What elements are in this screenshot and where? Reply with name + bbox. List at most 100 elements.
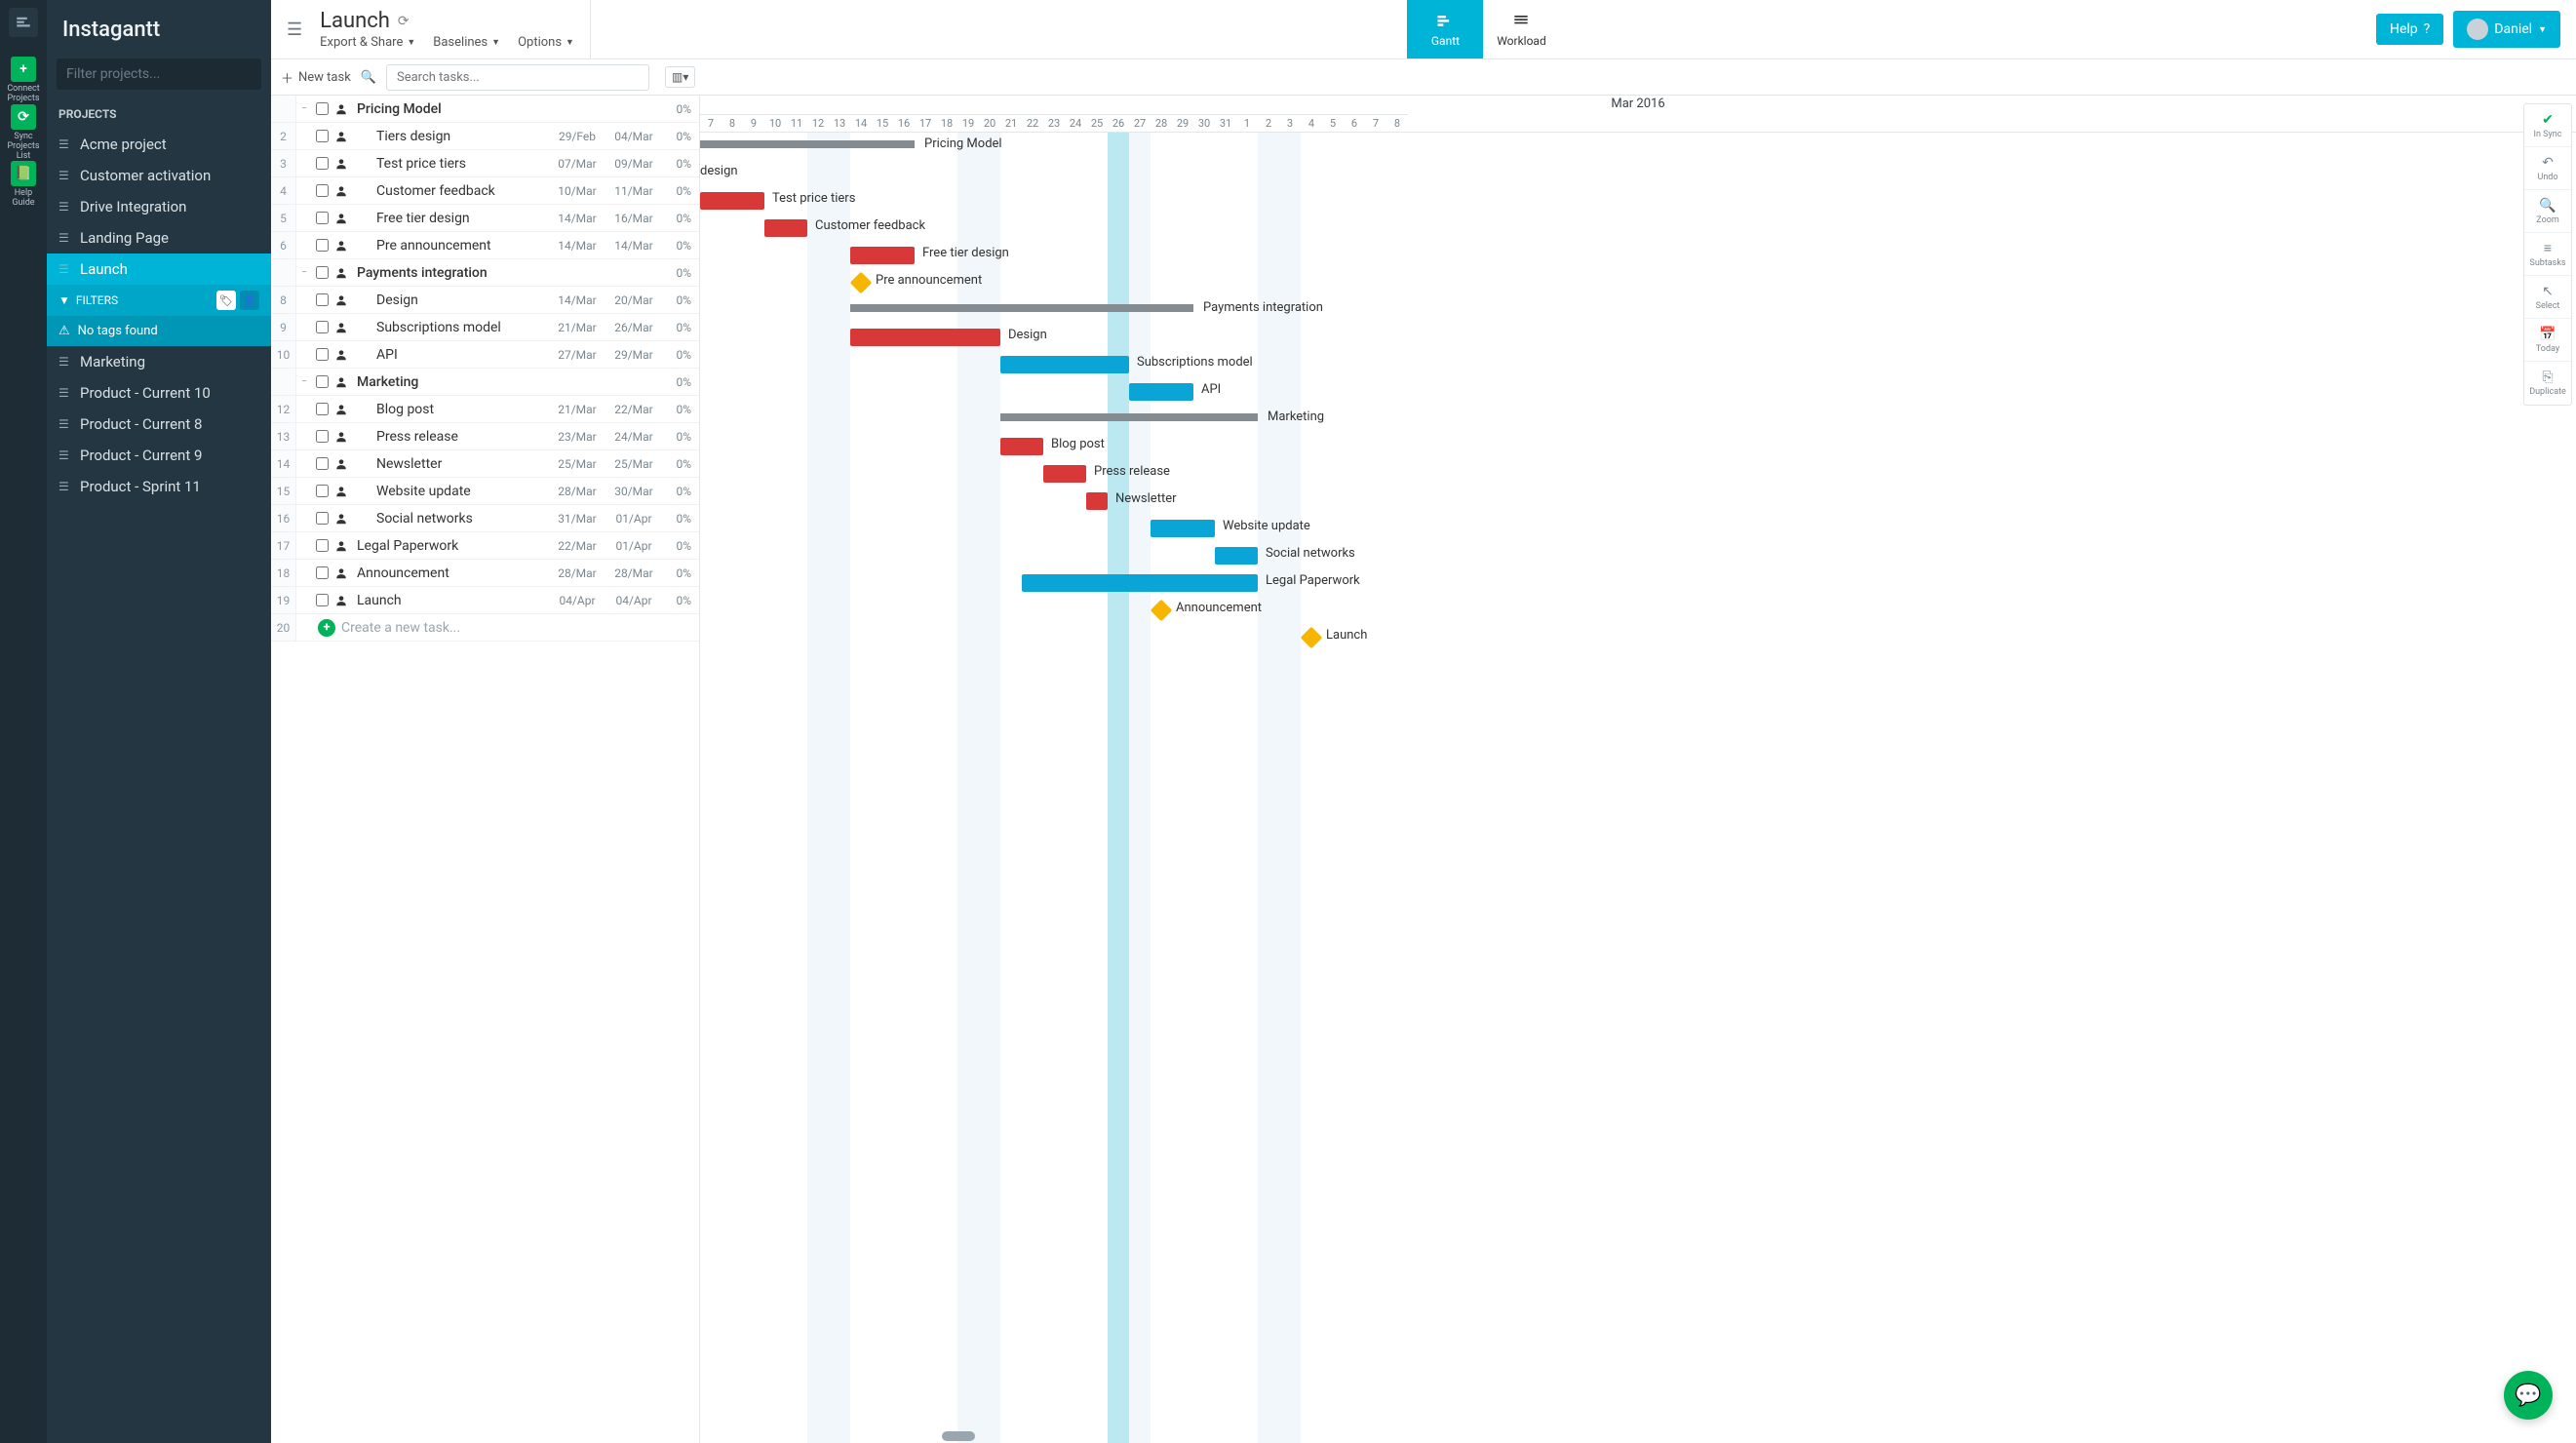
assignee-icon[interactable]	[332, 157, 351, 171]
chat-help-fab[interactable]: 💬	[2504, 1371, 2553, 1420]
task-checkbox[interactable]	[316, 403, 329, 415]
task-row[interactable]: 3Test price tiers07/Mar09/Mar0%	[271, 150, 699, 177]
sidebar-project-0[interactable]: ☰Acme project	[47, 129, 271, 160]
task-checkbox[interactable]	[316, 457, 329, 470]
assignee-icon[interactable]	[332, 512, 351, 526]
task-checkbox[interactable]	[316, 184, 329, 197]
task-row[interactable]: −Payments integration0%	[271, 259, 699, 287]
rail-help-guide[interactable]: 📗HelpGuide	[0, 161, 47, 209]
gantt-bar[interactable]	[1129, 383, 1193, 401]
task-checkbox[interactable]	[316, 375, 329, 388]
task-row[interactable]: 16Social networks31/Mar01/Apr0%	[271, 505, 699, 532]
tool-zoom[interactable]: 🔍Zoom	[2524, 190, 2571, 233]
refresh-icon[interactable]: ⟳	[398, 14, 410, 29]
task-row[interactable]: 13Press release23/Mar24/Mar0%	[271, 423, 699, 450]
gantt-bar[interactable]	[1043, 465, 1086, 483]
sidebar-project-5[interactable]: ☰Marketing	[47, 346, 271, 377]
assignee-icon[interactable]	[332, 239, 351, 253]
sidebar-project-4[interactable]: ☰Launch	[47, 254, 271, 285]
task-row[interactable]: 4Customer feedback10/Mar11/Mar0%	[271, 177, 699, 205]
task-row[interactable]: 14Newsletter25/Mar25/Mar0%	[271, 450, 699, 478]
task-row[interactable]: 5Free tier design14/Mar16/Mar0%	[271, 205, 699, 232]
options-menu[interactable]: Options▼	[518, 35, 574, 50]
assignee-icon[interactable]	[332, 566, 351, 580]
task-row[interactable]: −Marketing0%	[271, 369, 699, 396]
task-checkbox[interactable]	[316, 293, 329, 306]
assignee-icon[interactable]	[332, 457, 351, 471]
assignee-icon[interactable]	[332, 130, 351, 143]
rail-connect-projects[interactable]: +ConnectProjects	[0, 57, 47, 104]
tab-gantt[interactable]: Gantt	[1407, 0, 1483, 58]
tool-subtasks[interactable]: ≡Subtasks	[2524, 233, 2571, 276]
create-task-row[interactable]: 20+Create a new task...	[271, 614, 699, 642]
tab-workload[interactable]: Workload	[1483, 0, 1559, 58]
collapse-icon[interactable]: −	[296, 376, 312, 387]
gantt-bar[interactable]	[850, 247, 915, 264]
help-button[interactable]: Help?	[2376, 14, 2443, 45]
task-row[interactable]: −Pricing Model0%	[271, 96, 699, 123]
user-menu[interactable]: Daniel▼	[2453, 11, 2560, 48]
tool-select[interactable]: ↖Select	[2524, 276, 2571, 319]
sidebar-project-1[interactable]: ☰Customer activation	[47, 160, 271, 191]
assignee-icon[interactable]	[332, 184, 351, 198]
task-checkbox[interactable]	[316, 130, 329, 142]
assignee-icon[interactable]	[332, 348, 351, 362]
tag-chip[interactable]: 🏷	[216, 291, 236, 310]
task-checkbox[interactable]	[316, 102, 329, 115]
tool-duplicate[interactable]: ⎘Duplicate	[2524, 362, 2571, 405]
gantt-bar[interactable]	[1151, 520, 1215, 537]
task-row[interactable]: 12Blog post21/Mar22/Mar0%	[271, 396, 699, 423]
rail-sync-projects-list[interactable]: ⟳SyncProjects List	[0, 104, 47, 162]
search-icon[interactable]: 🔍	[361, 70, 376, 85]
sidebar-project-2[interactable]: ☰Drive Integration	[47, 191, 271, 222]
sidebar-toggle-icon[interactable]: ☰	[287, 20, 302, 40]
task-row[interactable]: 10API27/Mar29/Mar0%	[271, 341, 699, 369]
task-row[interactable]: 2Tiers design29/Feb04/Mar0%	[271, 123, 699, 150]
assignee-icon[interactable]	[332, 293, 351, 307]
assignee-icon[interactable]	[332, 485, 351, 498]
tool-in-sync[interactable]: ✔In Sync	[2524, 104, 2571, 147]
task-search-input[interactable]	[386, 64, 649, 91]
task-checkbox[interactable]	[316, 321, 329, 333]
task-checkbox[interactable]	[316, 348, 329, 361]
task-row[interactable]: 17Legal Paperwork22/Mar01/Apr0%	[271, 532, 699, 560]
task-row[interactable]: 9Subscriptions model21/Mar26/Mar0%	[271, 314, 699, 341]
assignee-icon[interactable]	[332, 266, 351, 280]
gantt-bar[interactable]	[1086, 492, 1108, 510]
task-checkbox[interactable]	[316, 594, 329, 606]
columns-toggle[interactable]: ▥▾	[665, 66, 695, 88]
gantt-bar[interactable]	[764, 219, 807, 237]
assignee-icon[interactable]	[332, 430, 351, 444]
collapse-icon[interactable]: −	[296, 103, 312, 114]
gantt-milestone[interactable]	[1301, 627, 1323, 649]
gantt-bar[interactable]	[700, 192, 764, 210]
gantt-chart[interactable]: Mar 2016 7891011121314151617181920212223…	[700, 96, 2576, 1443]
gantt-milestone[interactable]	[850, 272, 873, 294]
task-row[interactable]: 6Pre announcement14/Mar14/Mar0%	[271, 232, 699, 259]
gantt-bar[interactable]	[850, 329, 1000, 346]
task-checkbox[interactable]	[316, 157, 329, 170]
assignee-icon[interactable]	[332, 321, 351, 334]
gantt-group-bar[interactable]	[850, 304, 1193, 312]
assignee-icon[interactable]	[332, 539, 351, 553]
task-checkbox[interactable]	[316, 430, 329, 443]
sidebar-project-7[interactable]: ☰Product - Current 8	[47, 409, 271, 440]
tool-undo[interactable]: ↶Undo	[2524, 147, 2571, 190]
task-checkbox[interactable]	[316, 266, 329, 279]
task-row[interactable]: 15Website update28/Mar30/Mar0%	[271, 478, 699, 505]
gantt-bar[interactable]	[1000, 438, 1043, 455]
gantt-bar[interactable]	[1022, 574, 1258, 592]
assignee-icon[interactable]	[332, 375, 351, 389]
task-row[interactable]: 8Design14/Mar20/Mar0%	[271, 287, 699, 314]
task-checkbox[interactable]	[316, 539, 329, 552]
tool-today[interactable]: 📅Today	[2524, 319, 2571, 362]
gantt-group-bar[interactable]	[1000, 413, 1258, 421]
sidebar-project-9[interactable]: ☰Product - Sprint 11	[47, 471, 271, 502]
assignee-icon[interactable]	[332, 594, 351, 607]
sidebar-project-8[interactable]: ☰Product - Current 9	[47, 440, 271, 471]
gantt-group-bar[interactable]	[700, 140, 915, 148]
task-checkbox[interactable]	[316, 566, 329, 579]
gantt-bar[interactable]	[1215, 547, 1258, 565]
gantt-bar[interactable]	[1000, 356, 1129, 373]
horizontal-scroll-thumb[interactable]	[942, 1431, 975, 1441]
